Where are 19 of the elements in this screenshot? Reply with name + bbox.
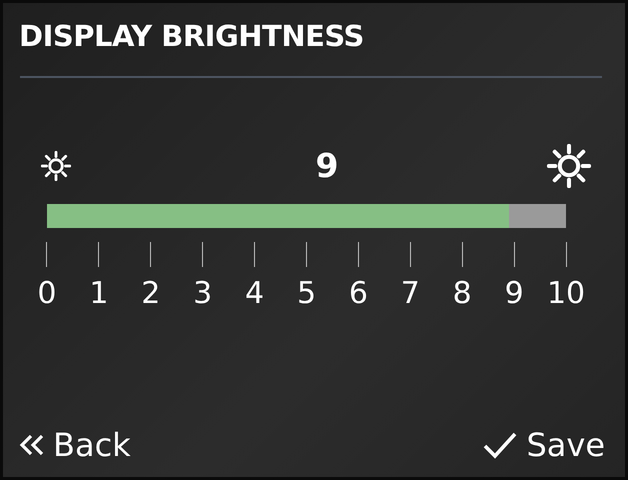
sun-icon [547, 144, 591, 188]
scale-label: 0 [37, 276, 56, 310]
scale-label: 6 [348, 276, 368, 310]
back-button[interactable]: Back [19, 428, 131, 463]
brightness-value: 9 [316, 145, 338, 188]
scale-label: 7 [400, 276, 420, 310]
scale-label: 4 [245, 276, 264, 310]
scale-label: 9 [504, 276, 524, 310]
scale-label: 3 [193, 276, 212, 310]
scale-label: 2 [141, 276, 160, 310]
double-chevron-left-icon [19, 433, 45, 458]
scale-label: 10 [546, 276, 586, 310]
scale-label: 8 [452, 276, 472, 310]
checkmark-icon [482, 431, 518, 460]
screen-title: DISPLAY BRIGHTNESS [19, 19, 365, 54]
scale-label: 5 [296, 276, 316, 310]
scale-label: 1 [89, 276, 108, 310]
save-button[interactable]: Save [482, 428, 605, 463]
sun-icon [41, 150, 71, 181]
